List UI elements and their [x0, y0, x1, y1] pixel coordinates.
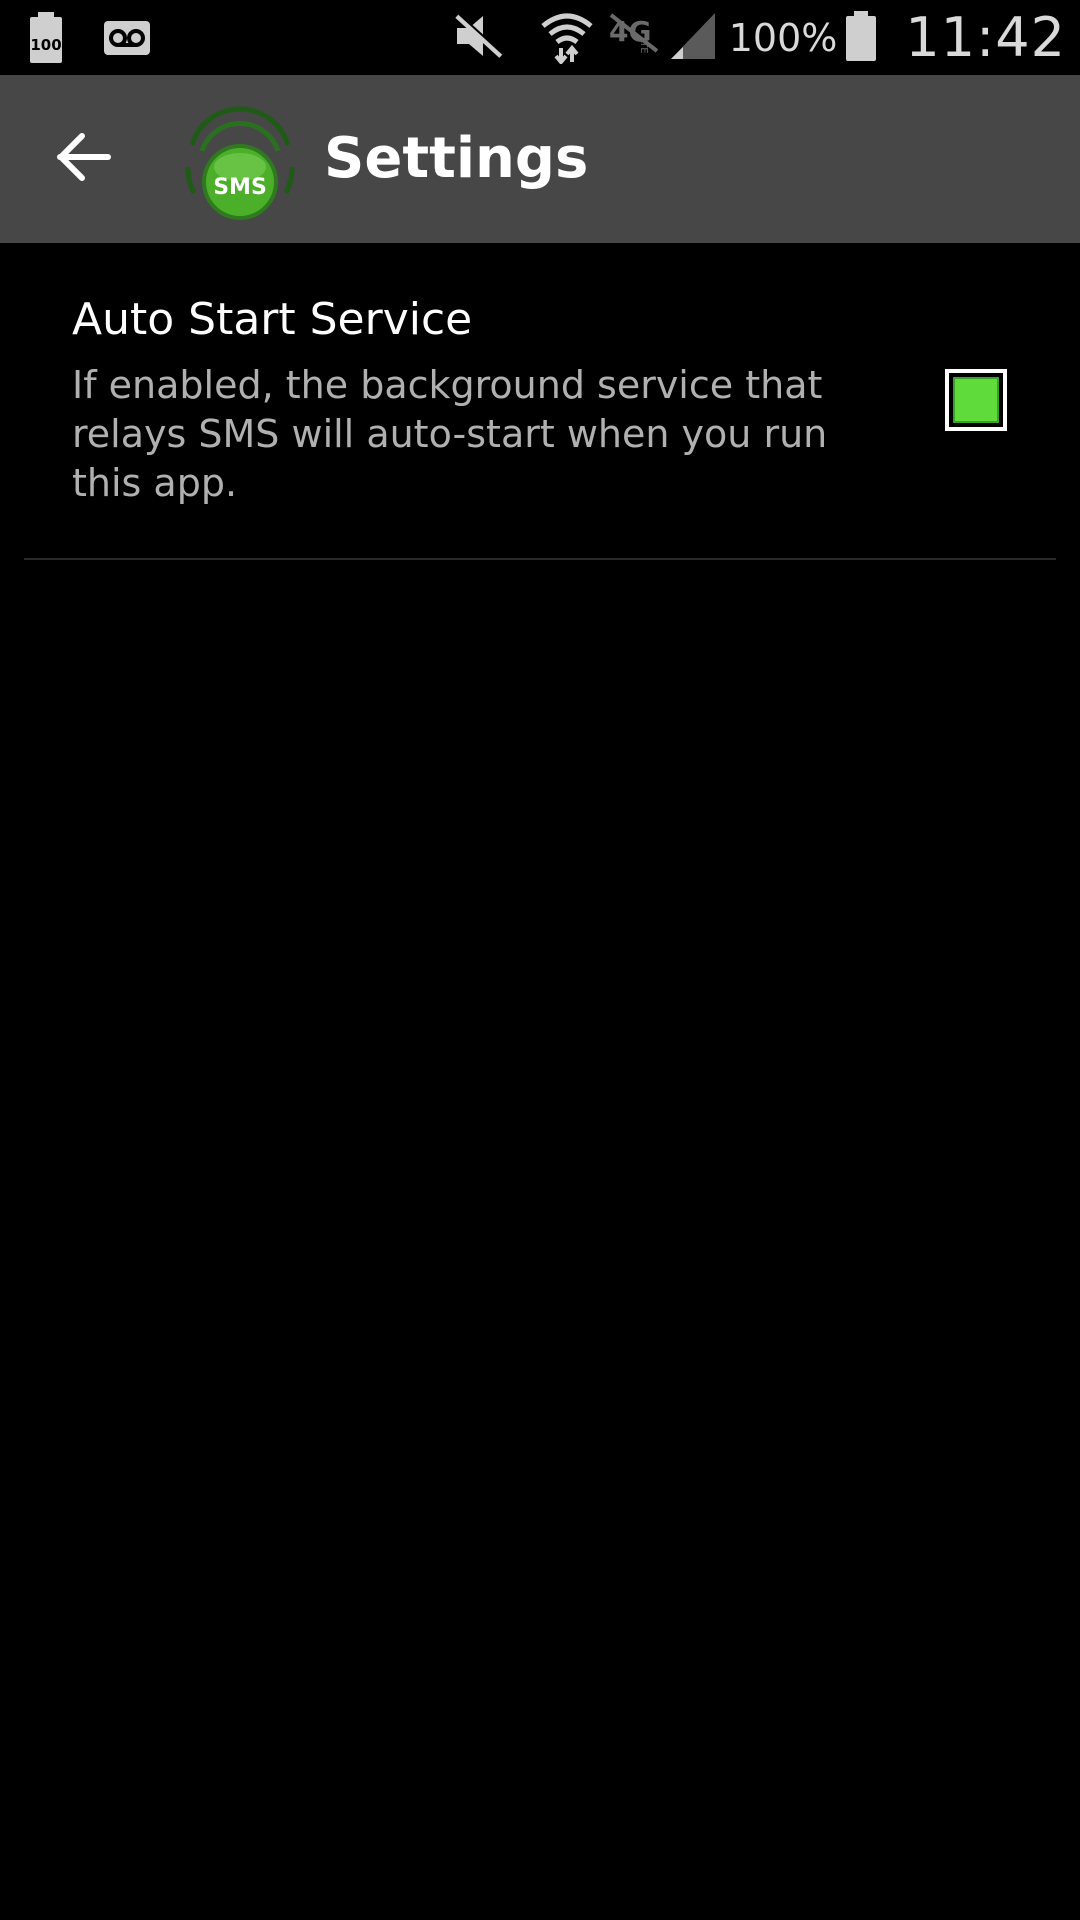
action-bar: SMS Settings [0, 75, 1080, 243]
pref-item-auto-start-service[interactable]: Auto Start Service If enabled, the backg… [0, 243, 1080, 559]
battery-100-icon: 100 [28, 12, 64, 68]
logo-text: SMS [213, 175, 267, 200]
back-button[interactable] [40, 119, 128, 199]
status-clock: 11:42 [905, 6, 1066, 69]
status-bar: 100 LTE 100% 11:42 [0, 0, 1080, 75]
checkbox-checked-fill [953, 377, 999, 423]
divider [24, 558, 1056, 560]
wifi-icon [539, 8, 595, 68]
mute-icon [453, 12, 505, 64]
pref-title: Auto Start Service [72, 294, 473, 345]
page-title: Settings [324, 126, 589, 191]
app-logo: SMS [180, 97, 300, 227]
arrow-left-icon [56, 132, 112, 186]
status-bar-right: 4G LTE 100% 11:42 [453, 0, 1066, 75]
voicemail-icon [104, 21, 150, 59]
pref-summary: If enabled, the background service that … [72, 363, 828, 505]
battery-icon [845, 10, 877, 65]
auto-start-checkbox[interactable] [945, 369, 1007, 431]
battery-saver-label: 100 [30, 36, 61, 54]
battery-percent: 100% [728, 15, 838, 60]
signal-icon [669, 11, 717, 65]
status-bar-left: 100 [28, 12, 150, 68]
4g-lte-icon: 4G LTE [607, 11, 661, 65]
